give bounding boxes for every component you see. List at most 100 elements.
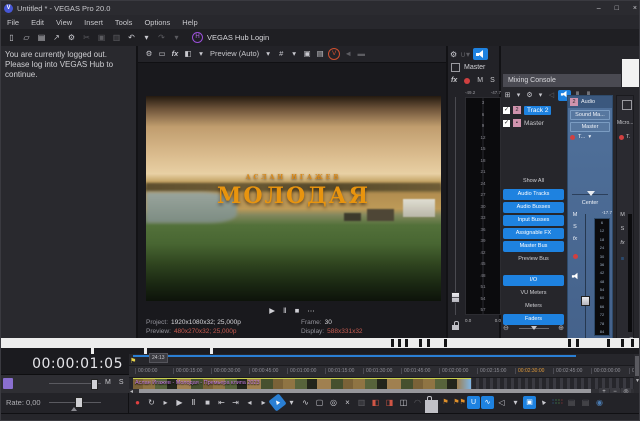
insert-marker-button[interactable]: ⚑ [439,396,452,409]
pan-slider[interactable] [572,194,608,195]
master-lock-icon[interactable] [452,325,459,330]
pointer-button[interactable]: ▲ [534,393,552,411]
paste-icon[interactable]: ▥ [109,31,124,44]
save-project-icon[interactable]: ▤ [34,31,49,44]
undo-icon[interactable]: ↶ [124,31,139,44]
master-solo-button[interactable]: S [490,77,495,84]
master-fx-button[interactable]: fx [451,77,457,84]
dim-tool-b[interactable]: ▤ [579,396,592,409]
go-to-start-button[interactable]: ⇤ [215,396,228,409]
master-mute-button[interactable]: M [477,77,483,84]
vscrollbar-thumb[interactable] [635,356,640,376]
strip-record-icon[interactable] [619,135,624,140]
strip-solo-button[interactable]: S [570,224,580,230]
preview-video-badge[interactable]: V [328,48,340,60]
insert-region-button[interactable]: ⚑⚑ [453,396,466,409]
strip-io-icon[interactable]: ≡ [618,256,627,262]
preview-quality-dropdown-icon[interactable]: ▾ [263,48,273,60]
downmix-icon[interactable]: ◁ [547,90,556,101]
mixer-track-row[interactable]: ✓ ▪ Master [503,117,573,129]
strip-fader-handle[interactable] [581,296,590,306]
copy-snapshot-icon[interactable]: ▣ [302,48,312,60]
project-properties-icon[interactable]: ⚙ [64,31,79,44]
close-button[interactable]: × [633,5,637,12]
time-ruler[interactable]: 00:00:0000:00:15:0000:00:30:0000:00:45:0… [129,365,634,378]
strip-output-button[interactable]: Master [570,122,610,132]
vegas-hub-login-button[interactable]: H VEGAS Hub Login [192,32,269,43]
copy-icon[interactable]: ▣ [94,31,109,44]
save-snapshot-icon[interactable]: ▤ [315,48,325,60]
dim-icon-b[interactable]: ▬ [356,48,366,60]
render-as-icon[interactable]: ↗ [49,31,64,44]
view-io[interactable]: I/O [503,275,564,286]
mixer-settings-dropdown-icon[interactable]: ▾ [536,90,545,101]
loop-playback-button[interactable]: ↻ [145,396,158,409]
master-record-icon[interactable] [464,78,470,84]
track-checkbox[interactable]: ✓ [503,120,510,127]
overlays-grid-icon[interactable]: # [276,48,286,60]
preview-quality-label[interactable]: Preview (Auto) [210,48,259,60]
open-project-icon[interactable]: ▱ [19,31,34,44]
preview-stop-button[interactable]: ■ [295,306,300,315]
timecode-display[interactable]: 00:00:01:05 [1,354,129,375]
audio-levels-dropdown[interactable]: ▾ [509,396,522,409]
master-fader-handle[interactable] [451,292,460,303]
overlays-dropdown-icon[interactable]: ▾ [289,48,299,60]
split-screen-dropdown-icon[interactable]: ▾ [196,48,206,60]
edit-tool-dropdown[interactable]: ▾ [285,396,298,409]
preview-pause-button[interactable]: Ⅱ [283,306,287,315]
u-panel-button[interactable]: U [467,396,480,409]
mixer-zoom-slider[interactable] [519,328,549,329]
view-preview-bus[interactable]: Preview Bus [503,254,564,265]
envelope-edit-button[interactable]: ∿ [481,396,494,409]
strip-fx-button[interactable]: fx [570,236,580,242]
downmix-icon[interactable]: ∪▾ [460,50,470,59]
marker-flag-icon[interactable]: ⚑ [130,357,136,365]
timeline[interactable]: 24:13 ⚑ 00:00:0000:00:15:0000:00:30:0000… [129,354,634,396]
strip-fx-button[interactable]: fx [618,240,627,246]
audio-levels-button[interactable]: ◁ [495,396,508,409]
strip-mute-button[interactable]: M [570,212,580,218]
strip-record-arm-icon[interactable] [570,254,580,261]
cut-icon[interactable]: ✂ [79,31,94,44]
trim-button[interactable]: ▥ [355,396,368,409]
strip-mute-button[interactable]: M [618,212,627,218]
stop-button[interactable]: ■ [201,396,214,409]
project-properties-icon[interactable]: ⚙ [144,48,154,60]
mixer-zoom-in-icon[interactable]: ⊕ [558,324,564,332]
mixer-panel-button[interactable]: ▣ [523,396,536,409]
redo-dropdown-icon[interactable]: ▾ [169,31,184,44]
track-mute-button[interactable]: M [105,379,111,386]
strip-record-icon[interactable] [570,135,575,140]
normal-edit-tool-button[interactable]: ▲ [268,393,286,411]
split-button[interactable]: × [341,396,354,409]
view-audio-busses[interactable]: Audio Busses [503,202,564,213]
minimize-button[interactable]: – [597,5,601,12]
loop-region-bar[interactable] [133,355,576,357]
maximize-button[interactable]: □ [615,5,619,12]
undo-dropdown-icon[interactable]: ▾ [139,31,154,44]
view-show-all[interactable]: Show All [503,176,564,187]
dim-icon-a[interactable]: ◄ [343,48,353,60]
view-meters[interactable]: Meters [503,301,564,312]
dim-tool-a[interactable]: ▤ [565,396,578,409]
crossfade-button[interactable]: ◠ [411,396,424,409]
dock-view-dropdown-icon[interactable]: ▾ [514,90,523,101]
track-checkbox[interactable]: ✓ [503,107,510,114]
strip-speaker-icon[interactable] [570,272,580,282]
zoom-tool-button[interactable]: ◎ [327,396,340,409]
color-grading-button[interactable]: ∷ [551,396,564,409]
overview-scroll-strip[interactable] [1,338,640,348]
menu-item[interactable]: Tools [109,18,139,27]
mixer-zoom-out-icon[interactable]: ⊖ [503,324,509,332]
scroll-down-icon[interactable]: ▼ [634,378,640,384]
selection-tool-button[interactable]: ▢ [313,396,326,409]
strip-solo-button[interactable]: S [618,226,627,232]
master-settings-icon[interactable]: ⚙ [450,50,457,59]
menu-item[interactable]: Help [176,18,203,27]
stream-button[interactable]: ◉ [593,396,606,409]
view-master-bus[interactable]: Master Bus [503,241,564,252]
video-output-fx-icon[interactable]: fx [170,48,180,60]
new-project-icon[interactable]: ▯ [4,31,19,44]
fade-button[interactable]: ◫ [397,396,410,409]
